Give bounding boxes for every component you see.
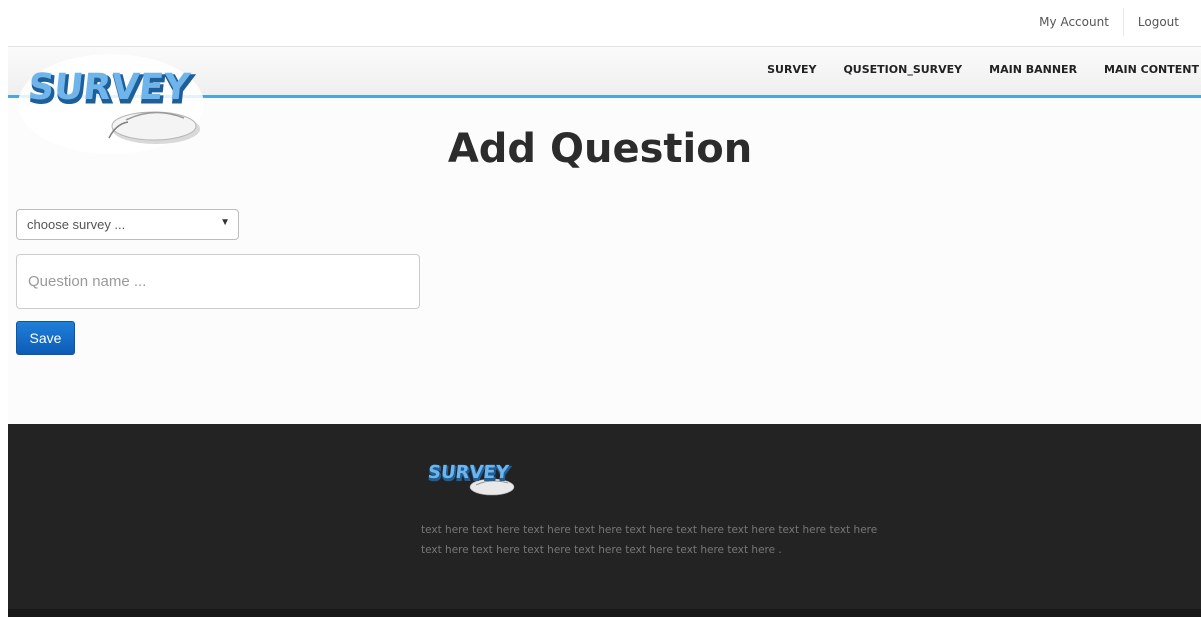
save-button[interactable]: Save (16, 321, 75, 355)
utility-bar: My Account Logout (0, 0, 1201, 46)
footer-text: text here text here text here text here … (421, 524, 878, 556)
nav-item-survey[interactable]: SURVEY (767, 63, 816, 76)
nav-item-main-banner[interactable]: MAIN BANNER (989, 63, 1077, 76)
account-links: My Account Logout (1029, 8, 1189, 36)
question-name-input[interactable] (16, 254, 420, 309)
footer-logo-text: SURVEY (428, 462, 511, 483)
survey-logo[interactable]: SURVEY SURVEY (16, 52, 206, 158)
survey-select[interactable]: choose survey ... ▼ (16, 209, 239, 240)
my-account-link[interactable]: My Account (1029, 11, 1119, 33)
footer-bottom-bar (8, 609, 1201, 617)
logo-text: SURVEY (26, 66, 193, 108)
page: My Account Logout SURVEY QUSETION_SURVEY… (0, 0, 1201, 617)
nav-item-main-content[interactable]: MAIN CONTENT (1104, 63, 1199, 76)
nav-menu: SURVEY QUSETION_SURVEY MAIN BANNER MAIN … (740, 63, 1199, 76)
page-title: Add Question (447, 126, 753, 172)
chevron-down-icon: ▼ (220, 217, 230, 228)
divider (1122, 8, 1124, 36)
footer (8, 424, 1201, 609)
footer-survey-logo: SURVEY SURVEY (428, 462, 515, 496)
nav-item-question-survey[interactable]: QUSETION_SURVEY (843, 63, 962, 76)
survey-select-value: choose survey ... (27, 217, 126, 232)
logout-link[interactable]: Logout (1128, 11, 1189, 33)
